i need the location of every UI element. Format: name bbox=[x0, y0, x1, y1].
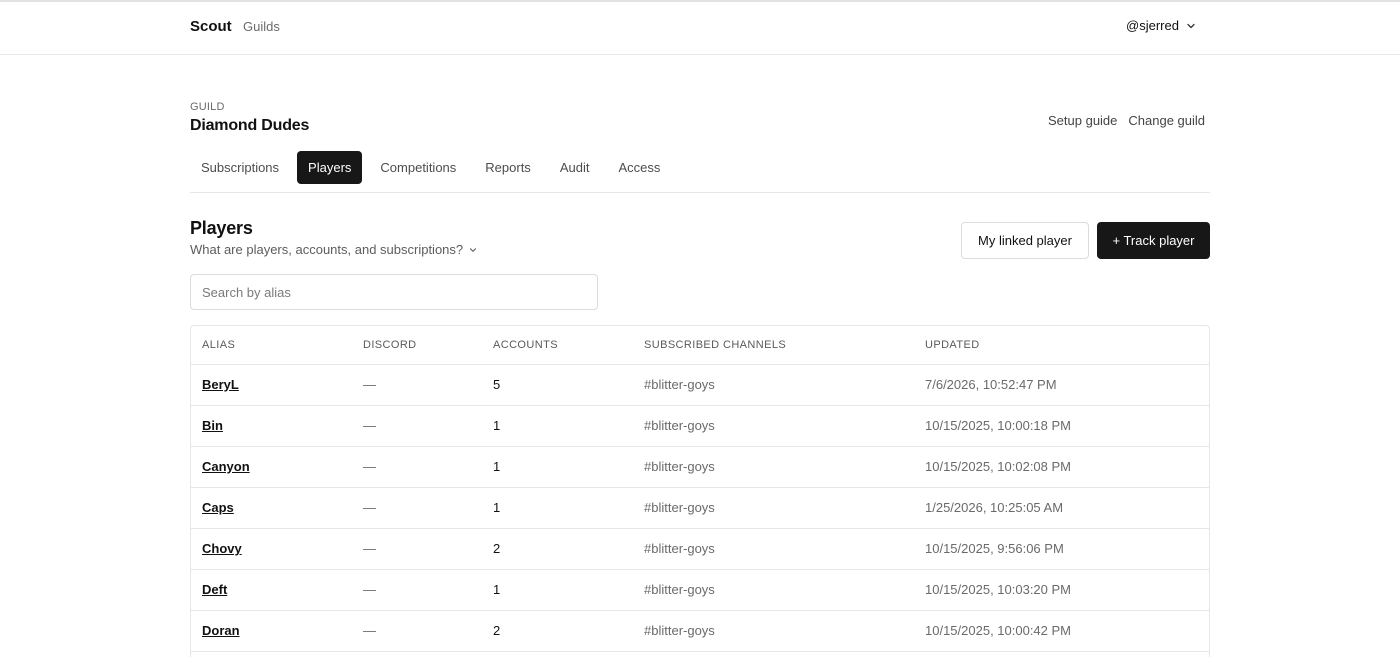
top-nav: Scout Guilds @sjerred bbox=[0, 2, 1400, 55]
column-header-updated: UPDATED bbox=[914, 326, 1209, 365]
cell-accounts: 1 bbox=[482, 446, 633, 488]
chevron-down-icon bbox=[1187, 23, 1195, 28]
player-link[interactable]: Bin bbox=[202, 418, 223, 433]
table-row[interactable]: Caps — 1 #blitter-goys 1/25/2026, 10:25:… bbox=[191, 487, 1209, 529]
cell-channels: #blitter-goys bbox=[633, 610, 914, 652]
search-input[interactable] bbox=[190, 274, 598, 310]
tab-audit[interactable]: Audit bbox=[549, 151, 601, 184]
table-row[interactable]: BeryL — 5 #blitter-goys 7/6/2026, 10:52:… bbox=[191, 364, 1209, 406]
table-row[interactable]: Bin — 1 #blitter-goys 10/15/2025, 10:00:… bbox=[191, 405, 1209, 447]
cell-discord: — bbox=[352, 487, 482, 529]
cell-discord: — bbox=[352, 610, 482, 652]
table-row[interactable]: Doran — 2 #blitter-goys 10/15/2025, 10:0… bbox=[191, 610, 1209, 652]
table-body: BeryL — 5 #blitter-goys 7/6/2026, 10:52:… bbox=[191, 364, 1209, 652]
tab-competitions[interactable]: Competitions bbox=[369, 151, 467, 184]
cell-accounts: 1 bbox=[482, 487, 633, 529]
column-header-channels: SUBSCRIBED CHANNELS bbox=[633, 326, 914, 365]
player-link[interactable]: BeryL bbox=[202, 377, 239, 392]
tab-subscriptions[interactable]: Subscriptions bbox=[190, 151, 290, 184]
cell-updated: 10/15/2025, 10:03:20 PM bbox=[914, 569, 1209, 611]
player-link[interactable]: Deft bbox=[202, 582, 227, 597]
players-help-text: What are players, accounts, and subscrip… bbox=[190, 242, 464, 257]
cell-updated: 10/15/2025, 10:00:42 PM bbox=[914, 610, 1209, 652]
cell-alias: Deft bbox=[191, 569, 352, 611]
cell-accounts: 1 bbox=[482, 569, 633, 611]
column-header-discord: DISCORD bbox=[352, 326, 482, 365]
cell-channels: #blitter-goys bbox=[633, 487, 914, 529]
cell-channels: #blitter-goys bbox=[633, 528, 914, 570]
user-menu[interactable]: @sjerred bbox=[1126, 18, 1197, 33]
tab-players[interactable]: Players bbox=[297, 151, 363, 184]
table-row[interactable]: Chovy — 2 #blitter-goys 10/15/2025, 9:56… bbox=[191, 528, 1209, 570]
page-title: Players bbox=[190, 218, 253, 238]
change-guild-link[interactable]: Change guild bbox=[1128, 113, 1205, 128]
track-player-button[interactable]: + Track player bbox=[1097, 222, 1210, 259]
cell-discord: — bbox=[352, 405, 482, 447]
player-link[interactable]: Canyon bbox=[202, 459, 250, 474]
brand-logo[interactable]: Scout bbox=[190, 18, 232, 35]
tab-reports[interactable]: Reports bbox=[474, 151, 542, 184]
player-link[interactable]: Caps bbox=[202, 500, 234, 515]
cell-alias: BeryL bbox=[191, 364, 352, 406]
nav-link-guilds[interactable]: Guilds bbox=[243, 19, 280, 34]
guild-tabs: Subscriptions Players Competitions Repor… bbox=[190, 151, 1210, 193]
cell-alias: Caps bbox=[191, 487, 352, 529]
user-handle: @sjerred bbox=[1126, 18, 1179, 33]
players-table: ALIAS DISCORD ACCOUNTS SUBSCRIBED CHANNE… bbox=[190, 325, 1210, 657]
cell-alias: Doran bbox=[191, 610, 352, 652]
my-linked-player-button[interactable]: My linked player bbox=[961, 222, 1089, 259]
cell-updated: 1/25/2026, 10:25:05 AM bbox=[914, 487, 1209, 529]
cell-discord: — bbox=[352, 446, 482, 488]
table-header: ALIAS DISCORD ACCOUNTS SUBSCRIBED CHANNE… bbox=[191, 326, 1209, 365]
column-header-accounts: ACCOUNTS bbox=[482, 326, 633, 365]
cell-accounts: 2 bbox=[482, 528, 633, 570]
cell-updated: 10/15/2025, 10:00:18 PM bbox=[914, 405, 1209, 447]
cell-discord: — bbox=[352, 528, 482, 570]
players-table-grid: ALIAS DISCORD ACCOUNTS SUBSCRIBED CHANNE… bbox=[191, 326, 1209, 652]
cell-accounts: 1 bbox=[482, 405, 633, 447]
cell-accounts: 2 bbox=[482, 610, 633, 652]
player-link[interactable]: Doran bbox=[202, 623, 240, 638]
cell-channels: #blitter-goys bbox=[633, 364, 914, 406]
guild-label: GUILD bbox=[190, 101, 225, 113]
cell-updated: 10/15/2025, 9:56:06 PM bbox=[914, 528, 1209, 570]
app-frame: Scout Guilds @sjerred GUILD Diamond Dude… bbox=[0, 0, 1400, 657]
cell-discord: — bbox=[352, 364, 482, 406]
cell-channels: #blitter-goys bbox=[633, 405, 914, 447]
setup-guide-link[interactable]: Setup guide bbox=[1048, 113, 1117, 128]
cell-alias: Chovy bbox=[191, 528, 352, 570]
cell-accounts: 5 bbox=[482, 364, 633, 406]
guild-name: Diamond Dudes bbox=[190, 117, 310, 134]
players-help-toggle[interactable]: What are players, accounts, and subscrip… bbox=[190, 242, 478, 257]
column-header-alias: ALIAS bbox=[191, 326, 352, 365]
table-row[interactable]: Canyon — 1 #blitter-goys 10/15/2025, 10:… bbox=[191, 446, 1209, 488]
guild-links: Setup guide Change guild bbox=[1048, 113, 1205, 128]
chevron-down-icon bbox=[470, 247, 477, 252]
cell-discord: — bbox=[352, 569, 482, 611]
cell-channels: #blitter-goys bbox=[633, 446, 914, 488]
cell-updated: 7/6/2026, 10:52:47 PM bbox=[914, 364, 1209, 406]
table-row[interactable]: Deft — 1 #blitter-goys 10/15/2025, 10:03… bbox=[191, 569, 1209, 611]
tab-access[interactable]: Access bbox=[607, 151, 671, 184]
cell-alias: Canyon bbox=[191, 446, 352, 488]
cell-updated: 10/15/2025, 10:02:08 PM bbox=[914, 446, 1209, 488]
cell-alias: Bin bbox=[191, 405, 352, 447]
cell-channels: #blitter-goys bbox=[633, 569, 914, 611]
player-link[interactable]: Chovy bbox=[202, 541, 242, 556]
